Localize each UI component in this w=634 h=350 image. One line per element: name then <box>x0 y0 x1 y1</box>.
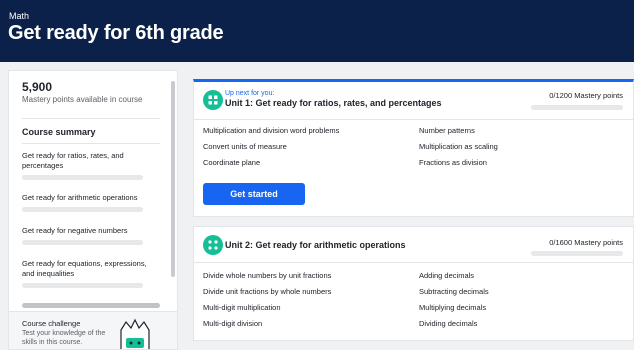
skill-link[interactable]: Multiplication and division word problem… <box>203 126 339 135</box>
sidebar-horizontal-scrollbar[interactable] <box>22 303 160 308</box>
skill-link[interactable]: Coordinate plane <box>203 158 260 167</box>
unit-1-mastery-points: 0/1200 Mastery points <box>549 91 623 100</box>
card-divider <box>194 119 634 120</box>
course-summary-title: Course summary <box>22 127 96 137</box>
sidebar-unit-label[interactable]: Get ready for ratios, rates, and percent… <box>22 151 160 171</box>
unit-2-mastery-points: 0/1600 Mastery points <box>549 238 623 247</box>
mastery-points-label: Mastery points available in course <box>22 95 143 104</box>
up-next-label: Up next for you: <box>225 90 275 97</box>
unit-2-title[interactable]: Unit 2: Get ready for arithmetic operati… <box>225 240 406 250</box>
sidebar-divider <box>22 143 160 144</box>
unit-2-mastery-bar <box>531 251 623 256</box>
skill-link[interactable]: Dividing decimals <box>419 319 477 328</box>
skill-link[interactable]: Divide unit fractions by whole numbers <box>203 287 331 296</box>
unit-1-title[interactable]: Unit 1: Get ready for ratios, rates, and… <box>225 98 442 108</box>
sidebar-unit-label[interactable]: Get ready for arithmetic operations <box>22 193 160 203</box>
unit-1-card: Up next for you: Unit 1: Get ready for r… <box>193 79 634 217</box>
skill-link[interactable]: Fractions as division <box>419 158 487 167</box>
sidebar-unit-label[interactable]: Get ready for equations, expressions, an… <box>22 259 160 279</box>
get-started-button[interactable]: Get started <box>203 183 305 205</box>
course-challenge[interactable]: Course challenge Test your knowledge of … <box>9 311 177 349</box>
page-title: Get ready for 6th grade <box>8 22 224 44</box>
dots-icon <box>203 235 223 255</box>
sidebar-unit-progress-bar <box>22 283 143 288</box>
unit-2-card: Unit 2: Get ready for arithmetic operati… <box>193 226 634 341</box>
sidebar-unit-1[interactable]: Get ready for ratios, rates, and percent… <box>22 151 160 180</box>
sidebar-unit-progress-bar <box>22 175 143 180</box>
skill-link[interactable]: Divide whole numbers by unit fractions <box>203 271 331 280</box>
course-challenge-title[interactable]: Course challenge <box>22 319 80 328</box>
skill-link[interactable]: Subtracting decimals <box>419 287 489 296</box>
skill-link[interactable]: Convert units of measure <box>203 142 287 151</box>
skill-link[interactable]: Multi-digit division <box>203 319 262 328</box>
sidebar-unit-progress-bar <box>22 240 143 245</box>
sidebar-unit-label[interactable]: Get ready for negative numbers <box>22 226 160 236</box>
trophy-icon <box>120 318 150 349</box>
sidebar-vertical-scrollbar[interactable] <box>171 81 175 277</box>
course-challenge-description: Test your knowledge of the skills in thi… <box>22 330 106 346</box>
grid-icon <box>203 90 223 110</box>
skill-link[interactable]: Multi-digit multiplication <box>203 303 281 312</box>
unit-1-mastery-bar <box>531 105 623 110</box>
course-sidebar: 5,900 Mastery points available in course… <box>8 70 178 350</box>
skill-link[interactable]: Adding decimals <box>419 271 474 280</box>
skill-link[interactable]: Multiplying decimals <box>419 303 486 312</box>
card-divider <box>194 262 634 263</box>
sidebar-divider <box>22 118 160 119</box>
course-header: Math Get ready for 6th grade <box>0 0 634 62</box>
sidebar-unit-4[interactable]: Get ready for equations, expressions, an… <box>22 259 160 288</box>
sidebar-unit-3[interactable]: Get ready for negative numbers <box>22 226 160 245</box>
mastery-points-value: 5,900 <box>22 80 53 94</box>
skill-link[interactable]: Multiplication as scaling <box>419 142 498 151</box>
sidebar-unit-2[interactable]: Get ready for arithmetic operations <box>22 193 160 212</box>
subject-label: Math <box>9 11 30 21</box>
sidebar-unit-progress-bar <box>22 207 143 212</box>
skill-link[interactable]: Number patterns <box>419 126 475 135</box>
